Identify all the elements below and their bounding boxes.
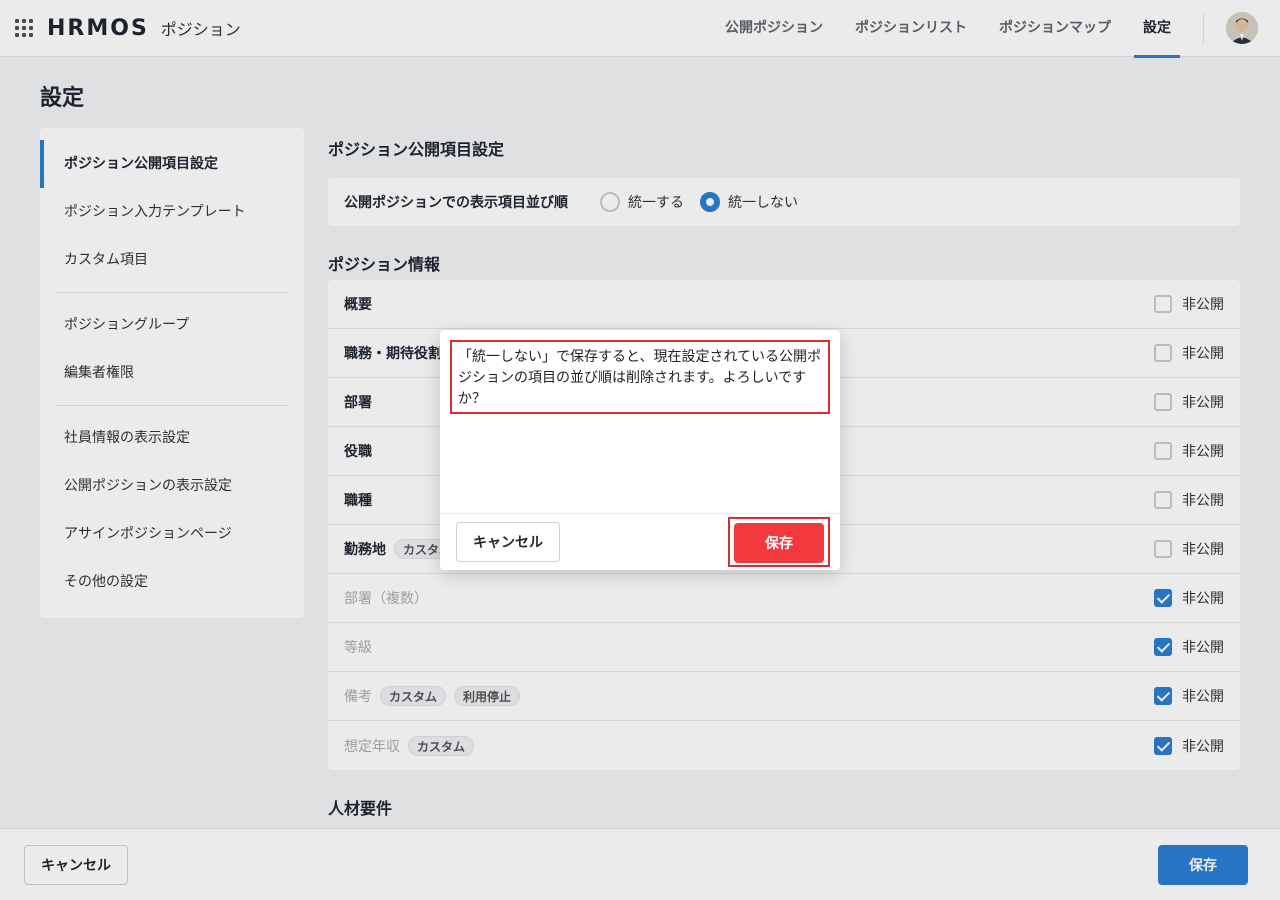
dialog-message: 「統一しない」で保存すると、現在設定されている公開ポジションの項目の並び順は削除…: [450, 340, 830, 414]
dialog-cancel-button[interactable]: キャンセル: [456, 522, 560, 562]
dialog-save-highlight: 保存: [728, 517, 830, 567]
confirm-dialog: 「統一しない」で保存すると、現在設定されている公開ポジションの項目の並び順は削除…: [440, 330, 840, 570]
dialog-save-button[interactable]: 保存: [734, 523, 824, 563]
dialog-footer: キャンセル 保存: [440, 513, 840, 570]
